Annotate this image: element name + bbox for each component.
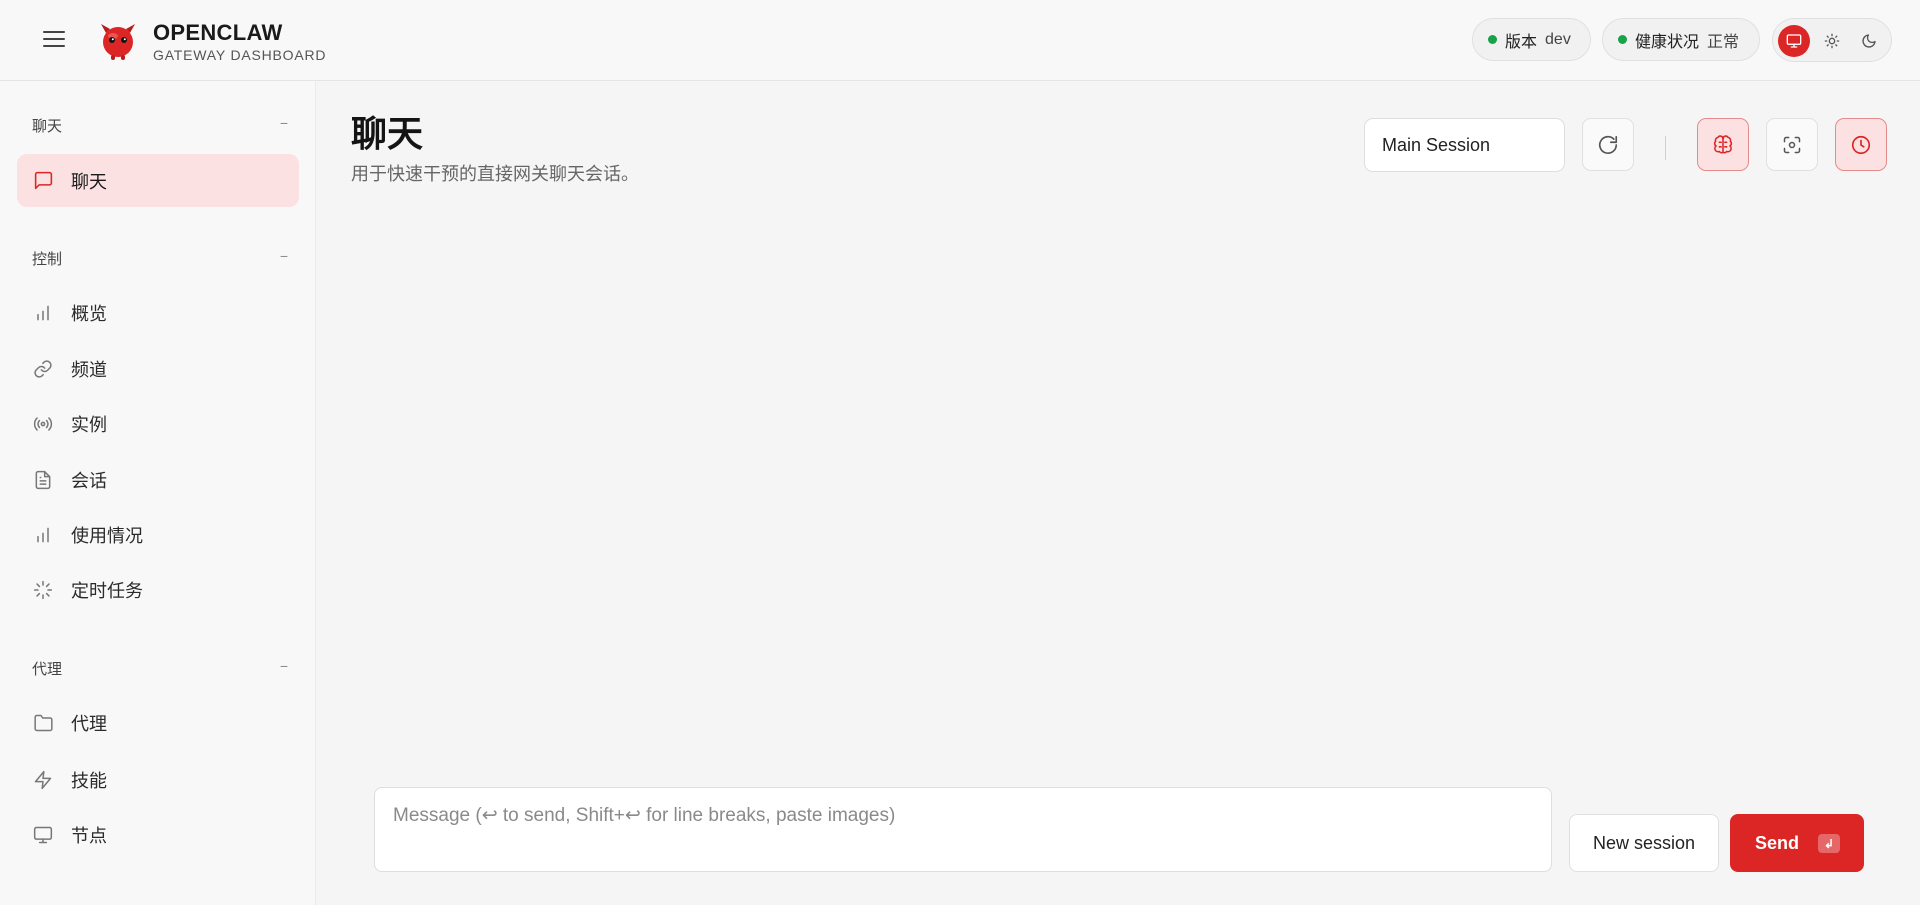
send-label: Send [1755,832,1800,853]
sidebar-item-chat[interactable]: 聊天 [17,154,299,207]
focus-icon [1783,136,1801,153]
sidebar-item-usage[interactable]: 使用情况 [17,508,299,561]
sidebar-item-label: 代理 [71,713,107,734]
toolbar-divider [1665,136,1666,160]
file-text-icon [32,469,54,491]
link-icon [32,358,54,380]
sidebar-item-label: 定时任务 [71,580,143,601]
collapse-icon[interactable]: − [280,115,288,131]
page-subtitle: 用于快速干预的直接网关聊天会话。 [351,164,639,184]
sidebar-group-control[interactable]: 控制 − [32,248,288,270]
sidebar-item-nodes[interactable]: 节点 [17,808,299,861]
version-value: dev [1545,30,1571,48]
sidebar-item-label: 实例 [71,414,107,435]
session-select[interactable]: Main Session [1364,118,1565,172]
new-session-button[interactable]: New session [1569,814,1719,872]
health-label: 健康状况 [1635,33,1700,51]
zap-icon [32,769,54,791]
bar-chart-icon [32,524,54,546]
refresh-button[interactable] [1582,118,1634,171]
top-bar: OPENCLAW GATEWAY DASHBOARD 版本 dev 健康状况 正… [0,0,1920,81]
bar-chart-icon [32,302,54,324]
sidebar-item-label: 会话 [71,470,107,491]
sidebar-item-label: 概览 [71,303,107,324]
sidebar-item-skills[interactable]: 技能 [17,753,299,806]
sidebar-group-label: 控制 [32,251,63,268]
monitor-icon [1786,34,1802,48]
sidebar-item-sessions[interactable]: 会话 [17,453,299,506]
theme-switcher [1772,18,1892,62]
version-badge: 版本 dev [1472,18,1591,61]
sidebar-item-label: 节点 [71,825,107,846]
refresh-icon [1598,135,1618,154]
sidebar-group-label: 聊天 [32,118,63,135]
loader-icon [32,579,54,601]
brain-icon [1713,134,1733,153]
page-title: 聊天 [351,113,424,154]
moon-icon [1862,34,1876,48]
sidebar-item-label: 技能 [71,770,107,791]
health-badge: 健康状况 正常 [1602,18,1760,61]
menu-toggle-button[interactable] [40,27,68,51]
collapse-icon[interactable]: − [280,248,288,264]
sidebar-item-overview[interactable]: 概览 [17,286,299,339]
status-dot [1488,35,1497,44]
collapse-icon[interactable]: − [280,658,288,674]
history-toggle-button[interactable] [1835,118,1887,171]
message-icon [32,170,54,192]
send-button[interactable]: Send ↲ [1730,814,1864,872]
message-input[interactable] [374,787,1552,872]
openclaw-logo [101,24,135,60]
brand-subtitle: GATEWAY DASHBOARD [153,47,327,63]
sidebar-item-cron[interactable]: 定时任务 [17,563,299,616]
sidebar-item-label: 使用情况 [71,525,143,546]
version-label: 版本 [1505,33,1538,51]
theme-system-button[interactable] [1778,25,1810,57]
enter-key-hint: ↲ [1818,834,1840,853]
sidebar-item-channels[interactable]: 频道 [17,342,299,395]
sidebar: 聊天 − 聊天 控制 − 概览 频道 实例 会话 使用情况 定时任务 代理 − … [0,81,316,905]
sidebar-group-agents[interactable]: 代理 − [32,658,288,680]
brand-title: OPENCLAW [153,20,283,45]
monitor-icon [32,824,54,846]
radio-icon [32,413,54,435]
sidebar-item-agents[interactable]: 代理 [17,696,299,749]
focus-mode-button[interactable] [1766,118,1818,171]
theme-dark-button[interactable] [1853,25,1885,57]
sidebar-item-label: 聊天 [71,171,107,192]
clock-icon [1851,135,1871,154]
sidebar-item-instances[interactable]: 实例 [17,397,299,450]
sidebar-group-label: 代理 [32,661,63,678]
thinking-toggle-button[interactable] [1697,118,1749,171]
health-value: 正常 [1707,33,1740,51]
status-dot [1618,35,1627,44]
theme-light-button[interactable] [1816,25,1848,57]
sidebar-group-chat[interactable]: 聊天 − [32,115,288,137]
sidebar-item-label: 频道 [71,359,107,380]
sun-icon [1824,33,1840,49]
folder-icon [32,712,54,734]
